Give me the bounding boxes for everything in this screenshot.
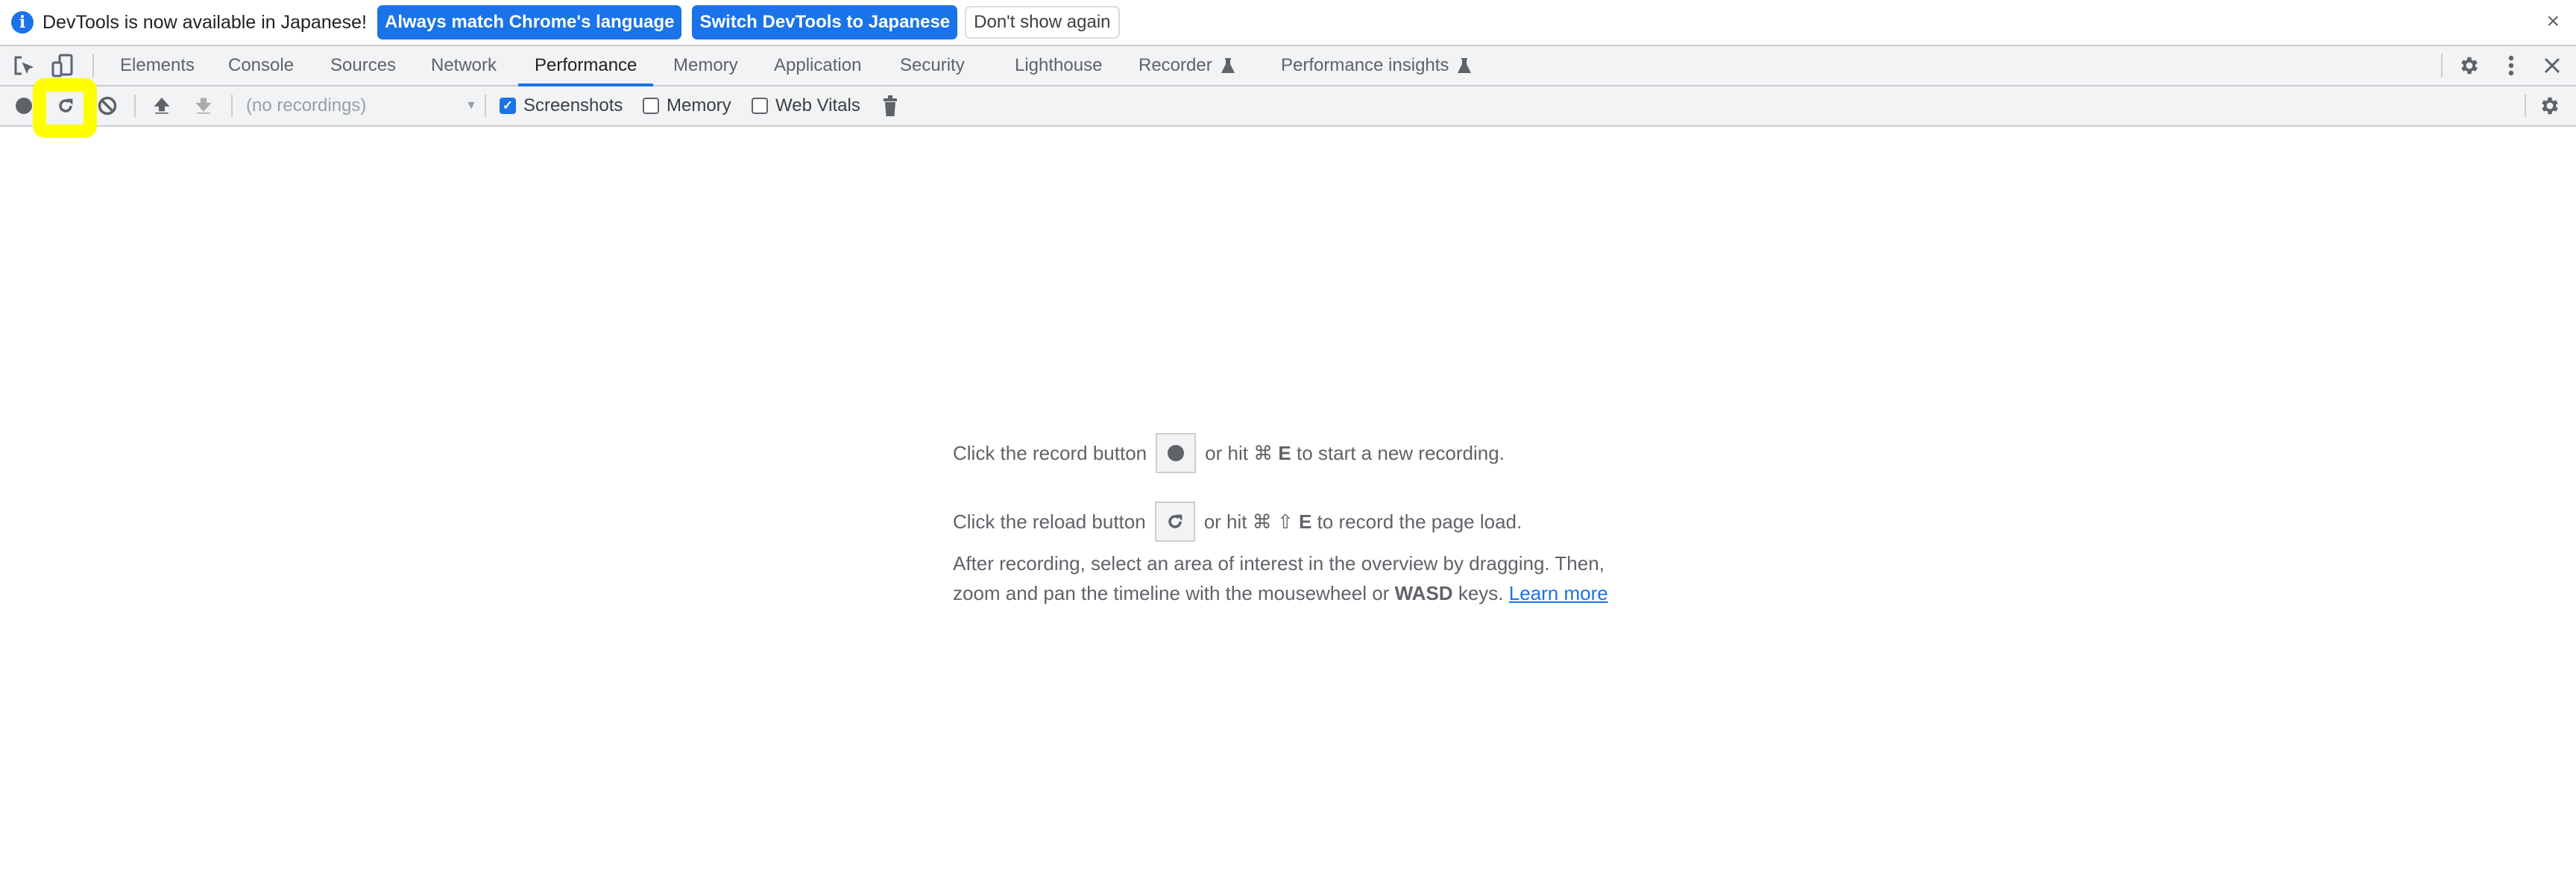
reload-button-highlight	[33, 78, 97, 138]
experiment-flask-icon	[1458, 58, 1472, 73]
tab-performance-insights-label: Performance insights	[1281, 55, 1449, 75]
tab-memory[interactable]: Memory	[673, 46, 738, 85]
tab-network[interactable]: Network	[431, 46, 497, 85]
dont-show-again-button[interactable]: Don't show again	[965, 6, 1120, 39]
web-vitals-checkbox[interactable]: Web Vitals	[752, 86, 860, 125]
after-recording-line-1: After recording, select an area of inter…	[953, 552, 1605, 575]
divider	[134, 95, 136, 117]
upload-icon	[154, 98, 170, 114]
load-profile-button[interactable]	[152, 86, 171, 125]
learn-more-link[interactable]: Learn more	[1509, 582, 1608, 604]
settings-gear-icon	[2542, 97, 2558, 115]
collect-garbage-button[interactable]	[883, 86, 898, 125]
record-icon	[1168, 445, 1185, 461]
dropdown-arrow-icon: ▼	[465, 99, 477, 112]
divider	[2525, 95, 2526, 117]
screenshots-label: Screenshots	[523, 95, 623, 116]
checkbox-unchecked[interactable]	[752, 98, 768, 114]
close-devtools-icon[interactable]	[2539, 52, 2566, 79]
reload-instruction: Click the reload button or hit ⌘ ⇧ E to …	[953, 501, 1608, 543]
capture-settings-button[interactable]	[2539, 86, 2561, 125]
divider	[485, 95, 486, 117]
tab-performance-insights[interactable]: Performance insights	[1281, 46, 1472, 85]
tab-sources[interactable]: Sources	[330, 46, 396, 85]
memory-checkbox[interactable]: Memory	[643, 86, 731, 125]
experiment-flask-icon	[1221, 58, 1235, 73]
reload-icon	[1168, 514, 1182, 528]
record-button[interactable]	[15, 86, 33, 125]
tab-recorder-label: Recorder	[1139, 55, 1212, 75]
reload-instruction-suffix: to record the page load.	[1317, 510, 1522, 533]
clear-button[interactable]	[97, 86, 118, 125]
record-instruction-text: Click the record button	[953, 442, 1147, 464]
divider	[231, 95, 233, 117]
switch-to-japanese-button[interactable]: Switch DevTools to Japanese	[692, 5, 958, 39]
memory-label: Memory	[667, 95, 731, 116]
reload-button-inline[interactable]	[1154, 502, 1195, 542]
divider	[92, 54, 94, 78]
wasd-keys: WASD	[1394, 582, 1453, 604]
divider	[2441, 54, 2443, 78]
tab-performance[interactable]: Performance	[517, 46, 654, 86]
inspect-element-icon[interactable]	[10, 52, 37, 79]
panel-tabbar: Elements Console Sources Network Perform…	[0, 46, 2576, 86]
tab-recorder[interactable]: Recorder	[1139, 46, 1235, 85]
after-recording-text: zoom and pan the timeline with the mouse…	[953, 582, 1390, 604]
shortcut-text: or hit ⌘ ⇧	[1203, 510, 1294, 533]
shortcut-text: or hit ⌘	[1205, 442, 1273, 464]
recordings-select-value: (no recordings)	[246, 95, 367, 116]
web-vitals-label: Web Vitals	[775, 95, 860, 116]
trash-icon	[884, 95, 897, 116]
shortcut-key: E	[1278, 442, 1291, 464]
tab-security[interactable]: Security	[900, 46, 965, 85]
checkbox-checked[interactable]: ✓	[500, 98, 516, 114]
after-recording-line-2: zoom and pan the timeline with the mouse…	[953, 578, 1608, 608]
language-infobar: i DevTools is now available in Japanese!…	[0, 0, 2576, 46]
infobar-message: DevTools is now available in Japanese!	[42, 11, 367, 33]
save-profile-button[interactable]	[194, 86, 213, 125]
reload-instruction-text: Click the reload button	[953, 510, 1146, 533]
after-recording-suffix: keys.	[1458, 582, 1504, 604]
shortcut-key: E	[1299, 510, 1312, 533]
after-recording-instructions: After recording, select an area of inter…	[953, 548, 1608, 608]
checkbox-unchecked[interactable]	[643, 98, 659, 114]
record-button-inline[interactable]	[1156, 433, 1197, 473]
performance-toolbar: (no recordings) ▼ ✓ Screenshots Memory W…	[0, 86, 2576, 127]
info-icon: i	[11, 11, 34, 34]
device-toolbar-icon[interactable]	[49, 52, 76, 79]
screenshots-checkbox[interactable]: ✓ Screenshots	[500, 86, 623, 125]
settings-gear-icon[interactable]	[2456, 52, 2483, 79]
more-options-icon[interactable]	[2498, 52, 2525, 79]
recordings-select[interactable]: (no recordings) ▼	[246, 86, 477, 125]
tab-lighthouse[interactable]: Lighthouse	[1015, 46, 1102, 85]
download-icon	[195, 98, 212, 114]
tab-elements[interactable]: Elements	[120, 46, 195, 85]
record-icon	[16, 98, 32, 114]
clear-icon	[98, 96, 117, 116]
always-match-language-button[interactable]: Always match Chrome's language	[377, 5, 682, 39]
performance-landing: Click the record button or hit ⌘ E to st…	[953, 432, 1608, 608]
tab-console[interactable]: Console	[228, 46, 294, 85]
infobar-close-icon[interactable]: ×	[2546, 9, 2560, 34]
tab-application[interactable]: Application	[774, 46, 861, 85]
record-instruction: Click the record button or hit ⌘ E to st…	[953, 432, 1608, 474]
record-instruction-suffix: to start a new recording.	[1296, 442, 1505, 464]
